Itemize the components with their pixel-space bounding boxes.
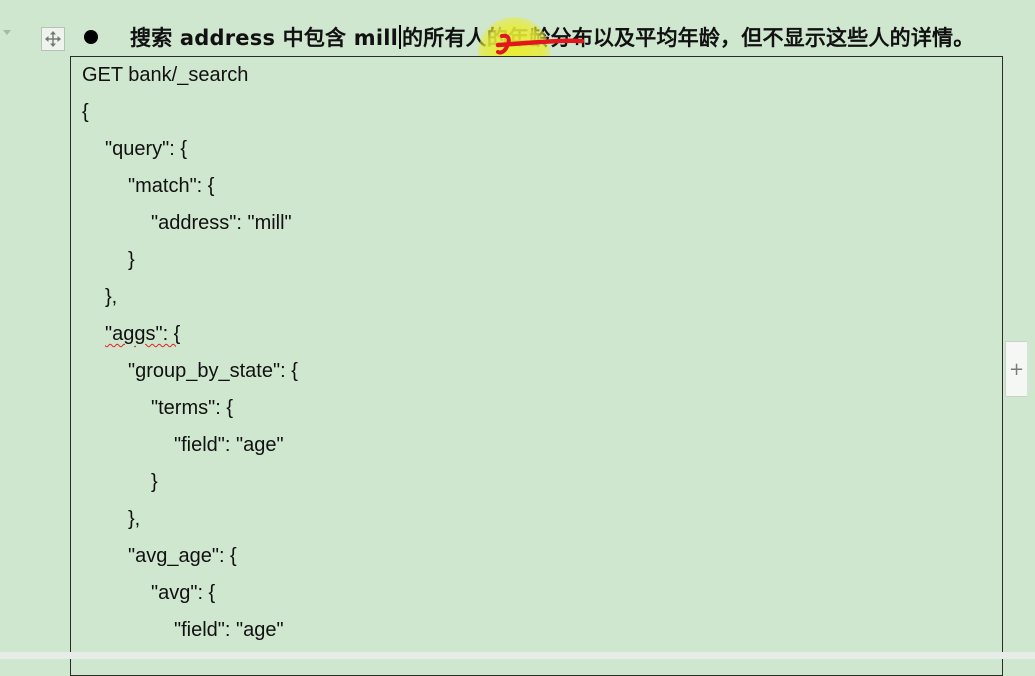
code-line: "query": { [105, 138, 188, 160]
code-line: GET bank/_search [82, 64, 249, 86]
code-block[interactable]: GET bank/_search { "query": { "match": {… [70, 56, 1003, 676]
code-line: "aggs": { [105, 323, 181, 345]
code-line: "field": "age" [174, 619, 284, 641]
code-line: "address": "mill" [151, 212, 292, 234]
annotation-stroke [495, 33, 585, 55]
code-line: } [128, 249, 135, 271]
code-line: "field": "age" [174, 434, 284, 456]
code-line: "match": { [128, 175, 215, 197]
bottom-edge [0, 652, 1035, 659]
code-line: "terms": { [151, 397, 233, 419]
collapse-arrow-icon[interactable] [3, 30, 11, 35]
code-line: { [82, 101, 89, 123]
code-line: "avg_age": { [128, 545, 237, 567]
code-line: }, [105, 286, 118, 308]
text-cursor [399, 25, 402, 49]
code-line: }, [128, 508, 141, 530]
heading-text-before-cursor: 搜索 address 中包含 mill [130, 26, 399, 50]
plus-icon[interactable]: + [1005, 341, 1027, 397]
bullet-icon [84, 30, 98, 44]
code-line: } [151, 471, 158, 493]
code-line: "group_by_state": { [128, 360, 298, 382]
code-line: "avg": { [151, 582, 216, 604]
move-icon[interactable] [41, 27, 65, 51]
